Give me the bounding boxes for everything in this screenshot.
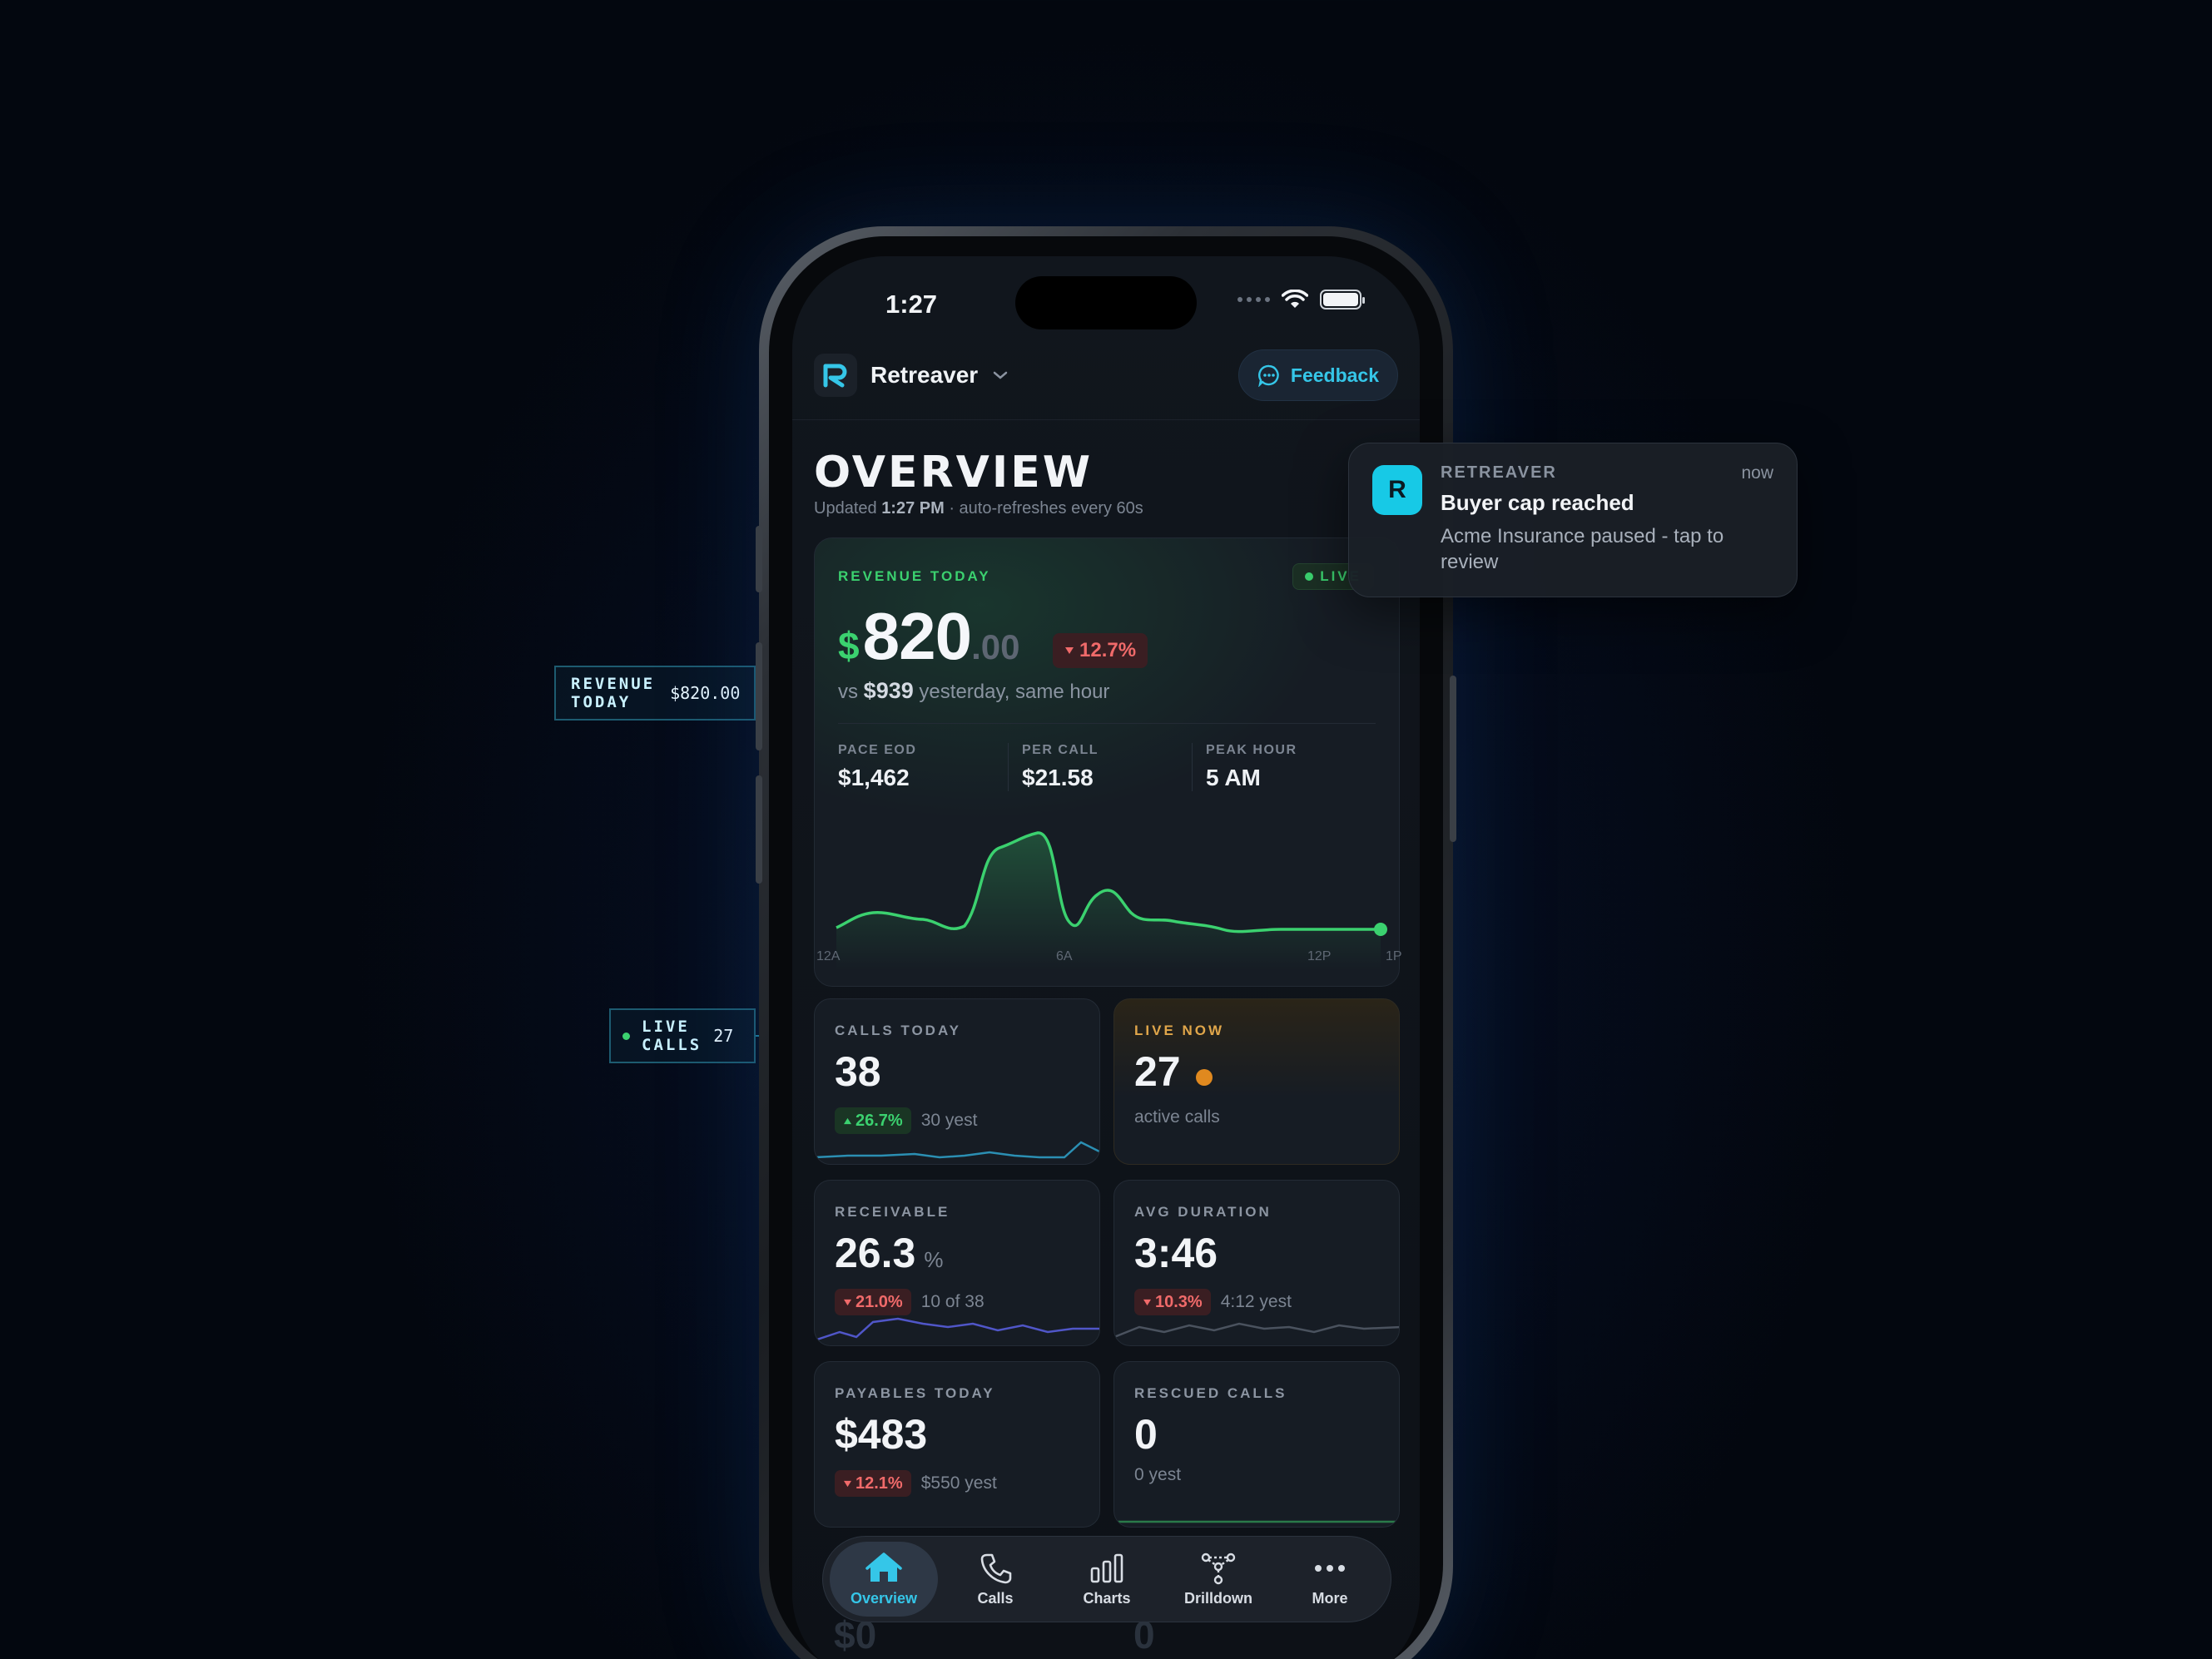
status-time: 1:27 [885, 290, 938, 319]
tile-label: RESCUED CALLS [1134, 1385, 1287, 1401]
phone-icon [980, 1553, 1012, 1583]
calls-sparkline [815, 1141, 1099, 1159]
delta-down-badge: 12.1% [835, 1470, 911, 1497]
feedback-label: Feedback [1290, 364, 1379, 386]
chevron-down-icon [993, 371, 1008, 379]
page-title: OVERVIEW [814, 448, 1094, 498]
home-icon [865, 1552, 902, 1582]
feedback-button[interactable]: Feedback [1237, 349, 1398, 401]
tab-calls[interactable]: Calls [941, 1542, 1049, 1617]
status-icons [1237, 290, 1365, 310]
tab-overview[interactable]: Overview [830, 1542, 938, 1617]
revenue-comparison: vs $939 yesterday, same hour [838, 678, 1110, 703]
stat-pace-eod: PACE EOD $1,462 [838, 743, 917, 790]
notification-app-name: RETREAVER [1441, 463, 1557, 482]
tile-label: AVG DURATION [1134, 1204, 1272, 1220]
tile-label: RECEIVABLE [835, 1204, 950, 1220]
app-icon: R [1372, 465, 1422, 515]
drilldown-icon [1201, 1553, 1236, 1584]
callout-value: $820.00 [670, 683, 741, 703]
more-icon [1315, 1564, 1345, 1572]
app-header: Retreaver Feedback [814, 348, 1398, 403]
notification-time: now [1741, 463, 1773, 483]
tile-label: LIVE NOW [1134, 1023, 1225, 1038]
tab-charts[interactable]: Charts [1053, 1542, 1161, 1617]
tile-value: $483 [835, 1411, 928, 1458]
revenue-delta-badge: 12.7% [1053, 633, 1148, 668]
axis-label-6a: 6A [1056, 949, 1073, 963]
phone-frame: 1:27 Retreaver Feedback OVERVIEW Updated… [756, 226, 1456, 1659]
chat-bubble-icon [1257, 364, 1279, 387]
revenue-card[interactable]: REVENUE TODAY LIVE $ 820 .00 12.7% vs $9… [814, 537, 1402, 987]
tile-footer: 0 yest [1134, 1465, 1182, 1484]
notification-title: Buyer cap reached [1441, 490, 1634, 515]
calls-today-tile[interactable]: CALLS TODAY 38 26.7% 30 yest [814, 998, 1100, 1165]
retreaver-logo-icon [814, 354, 857, 397]
live-now-tile[interactable]: LIVE NOW 27 active calls [1113, 998, 1400, 1165]
bottom-tab-bar: Overview Calls Charts Drilldown More [822, 1536, 1391, 1622]
current-point [1374, 923, 1387, 936]
axis-label-12a: 12A [816, 949, 841, 963]
triangle-down-icon [844, 1480, 851, 1487]
tab-more[interactable]: More [1276, 1542, 1384, 1617]
tile-value: 3:46 [1134, 1230, 1218, 1276]
bar-chart-icon [1090, 1553, 1123, 1582]
stat-per-call: PER CALL $21.58 [1008, 743, 1192, 791]
wifi-icon [1282, 290, 1308, 308]
updated-text: Updated 1:27 PM · auto-refreshes every 6… [814, 499, 1143, 518]
power-button [1450, 676, 1456, 842]
app-screen: 1:27 Retreaver Feedback OVERVIEW Updated… [792, 256, 1420, 1659]
tile-value: 0 [1134, 1411, 1158, 1458]
account-switcher[interactable]: Retreaver [814, 354, 1008, 397]
axis-label-1p: 1P [1386, 949, 1402, 963]
stat-peak-hour: PEAK HOUR 5 AM [1192, 743, 1376, 791]
rescued-sparkline [1114, 1520, 1399, 1523]
signal-icon [1237, 297, 1270, 302]
revenue-label: REVENUE TODAY [838, 568, 991, 584]
payables-today-tile[interactable]: PAYABLES TODAY $483 12.1% $550 yest [814, 1361, 1100, 1528]
tile-footer: active calls [1134, 1107, 1220, 1127]
tile-value: 27 [1134, 1047, 1213, 1096]
callout-label: LIVE CALLS [642, 1018, 702, 1054]
header-divider [792, 419, 1420, 420]
live-dot [1305, 572, 1314, 581]
triangle-down-icon [1065, 647, 1074, 654]
revenue-today-callout: REVENUE TODAY $820.00 [554, 666, 756, 721]
tile-label: CALLS TODAY [835, 1023, 962, 1038]
brand-name: Retreaver [870, 362, 979, 388]
revenue-divider [838, 723, 1376, 724]
receivable-tile[interactable]: RECEIVABLE 26.3% 21.0% 10 of 38 [814, 1180, 1100, 1346]
callout-value: 27 [713, 1026, 734, 1046]
receivable-sparkline [815, 1317, 1099, 1342]
tile-value: 38 [835, 1048, 881, 1095]
volume-down-button [756, 775, 762, 884]
tile-value: 26.3% [835, 1230, 944, 1276]
volume-up-button [756, 642, 762, 750]
battery-icon [1320, 290, 1365, 310]
live-indicator-dot [1195, 1069, 1213, 1086]
action-button [756, 526, 762, 592]
avg-duration-tile[interactable]: AVG DURATION 3:46 10.3% 4:12 yest [1113, 1180, 1400, 1346]
dynamic-island [1015, 276, 1197, 329]
rescued-calls-tile[interactable]: RESCUED CALLS 0 0 yest [1113, 1361, 1400, 1528]
revenue-stats: PACE EOD $1,462 PER CALL $21.58 PEAK HOU… [838, 743, 1376, 791]
notification-body: Acme Insurance paused - tap to review [1441, 525, 1724, 573]
revenue-amount: $ 820 .00 [838, 599, 1020, 673]
tile-footer: 12.1% $550 yest [835, 1470, 997, 1497]
duration-sparkline [1114, 1322, 1399, 1339]
callout-label: REVENUE TODAY [571, 675, 656, 711]
push-notification[interactable]: R RETREAVER now Buyer cap reached Acme I… [1348, 443, 1798, 597]
tile-label: PAYABLES TODAY [835, 1385, 995, 1401]
axis-label-12p: 12P [1307, 949, 1332, 963]
live-dot [622, 1032, 630, 1040]
live-calls-callout: LIVE CALLS 27 [609, 1008, 756, 1063]
revenue-area [836, 832, 1381, 971]
tab-drilldown[interactable]: Drilldown [1164, 1542, 1272, 1617]
